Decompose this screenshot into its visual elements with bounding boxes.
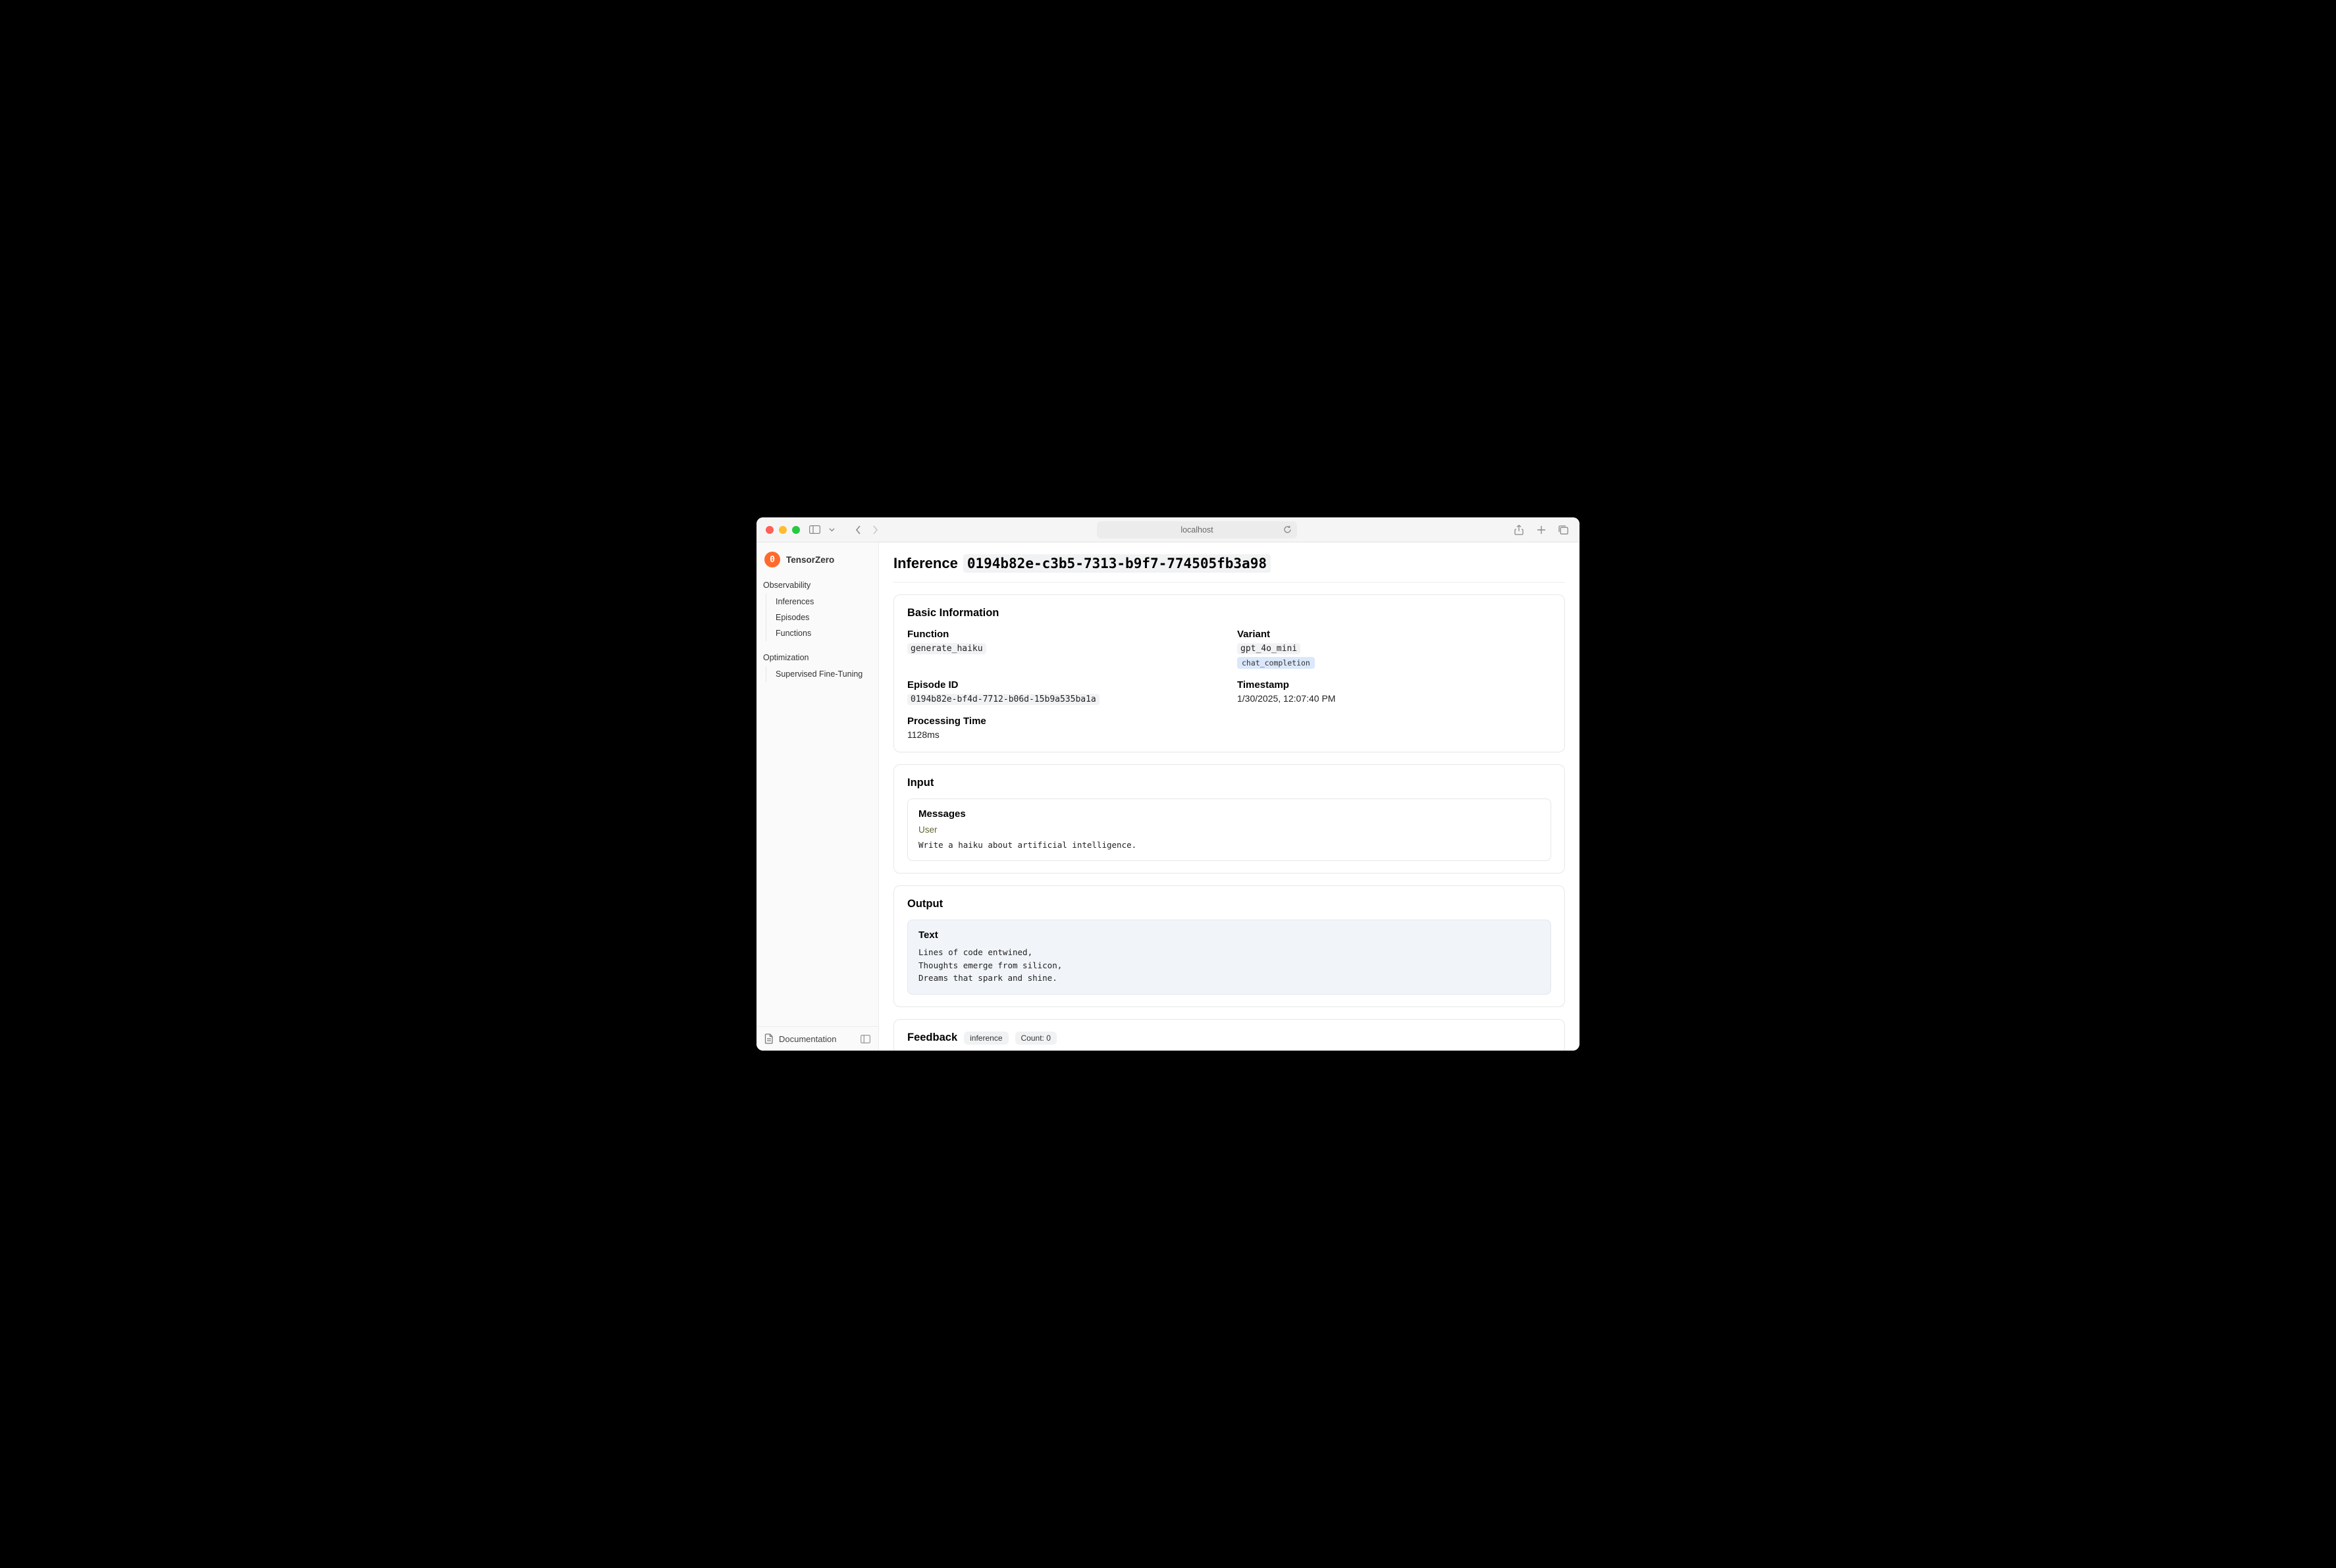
episode-block: Episode ID 0194b82e-bf4d-7712-b06d-15b9a…	[907, 679, 1221, 705]
sidebar-item-functions[interactable]: Functions	[766, 625, 878, 641]
documentation-link[interactable]: Documentation	[779, 1034, 836, 1044]
processing-block: Processing Time 1128ms	[907, 716, 1551, 740]
nav-section-optimization: Optimization	[757, 650, 878, 666]
variant-value[interactable]: gpt_4o_mini	[1237, 643, 1300, 654]
input-heading: Input	[907, 777, 1551, 789]
tabs-overview-icon[interactable]	[1557, 523, 1570, 536]
back-button[interactable]	[851, 523, 864, 536]
feedback-scope-badge: inference	[964, 1032, 1008, 1045]
processing-value: 1128ms	[907, 729, 1551, 740]
main-content: Inference 0194b82e-c3b5-7313-b9f7-774505…	[879, 542, 1579, 1051]
sidebar-footer: Documentation	[757, 1026, 878, 1051]
basic-info-card: Basic Information Function generate_haik…	[893, 594, 1565, 752]
maximize-window-button[interactable]	[792, 526, 800, 534]
output-content: Lines of code entwined, Thoughts emerge …	[918, 946, 1540, 984]
processing-label: Processing Time	[907, 716, 1551, 727]
inference-id: 0194b82e-c3b5-7313-b9f7-774505fb3a98	[963, 554, 1271, 573]
sidebar-item-episodes[interactable]: Episodes	[766, 610, 878, 625]
forward-button[interactable]	[868, 523, 882, 536]
page-title-prefix: Inference	[893, 555, 958, 572]
document-icon	[764, 1033, 774, 1044]
input-card: Input Messages User Write a haiku about …	[893, 764, 1565, 874]
feedback-heading: Feedback	[907, 1032, 957, 1044]
window-controls	[766, 526, 800, 534]
timestamp-value: 1/30/2025, 12:07:40 PM	[1237, 693, 1551, 704]
timestamp-block: Timestamp 1/30/2025, 12:07:40 PM	[1237, 679, 1551, 705]
message-role: User	[918, 825, 1540, 835]
feedback-count-badge: Count: 0	[1015, 1032, 1057, 1045]
new-tab-icon[interactable]	[1535, 523, 1548, 536]
nav-section-observability: Observability	[757, 578, 878, 594]
address-text: localhost	[1181, 525, 1213, 535]
reload-icon[interactable]	[1283, 525, 1292, 534]
nav-items-optimization: Supervised Fine-Tuning	[766, 666, 878, 682]
messages-subcard: Messages User Write a haiku about artifi…	[907, 798, 1551, 861]
brand-logo-letter: 0	[770, 555, 775, 565]
output-heading: Output	[907, 898, 1551, 910]
variant-block: Variant gpt_4o_mini chat_completion	[1237, 629, 1551, 669]
episode-label: Episode ID	[907, 679, 1221, 691]
function-label: Function	[907, 629, 1221, 640]
messages-heading: Messages	[918, 808, 1540, 820]
variant-type: chat_completion	[1237, 657, 1315, 669]
feedback-card: Feedback inference Count: 0	[893, 1019, 1565, 1051]
brand-logo: 0	[764, 552, 780, 567]
basic-info-heading: Basic Information	[907, 607, 1551, 619]
share-icon[interactable]	[1512, 523, 1526, 536]
brand-name: TensorZero	[786, 555, 834, 565]
address-bar[interactable]: localhost	[1097, 521, 1296, 538]
output-card: Output Text Lines of code entwined, Thou…	[893, 885, 1565, 1006]
sidebar-item-inferences[interactable]: Inferences	[766, 594, 878, 610]
function-block: Function generate_haiku	[907, 629, 1221, 669]
function-value[interactable]: generate_haiku	[907, 643, 986, 654]
variant-label: Variant	[1237, 629, 1551, 640]
brand[interactable]: 0 TensorZero	[757, 542, 878, 578]
sidebar-toggle-icon[interactable]	[808, 523, 821, 536]
chevron-down-icon[interactable]	[825, 523, 838, 536]
page-title: Inference 0194b82e-c3b5-7313-b9f7-774505…	[893, 554, 1565, 573]
nav-items-observability: Inferences Episodes Functions	[766, 594, 878, 641]
episode-value[interactable]: 0194b82e-bf4d-7712-b06d-15b9a535ba1a	[907, 694, 1100, 705]
minimize-window-button[interactable]	[779, 526, 787, 534]
message-content: Write a haiku about artificial intellige…	[918, 839, 1540, 851]
sidebar-item-sft[interactable]: Supervised Fine-Tuning	[766, 666, 878, 682]
output-subcard: Text Lines of code entwined, Thoughts em…	[907, 920, 1551, 994]
sidebar: 0 TensorZero Observability Inferences Ep…	[757, 542, 879, 1051]
title-divider	[893, 582, 1565, 583]
browser-window: localhost 0 TensorZero	[757, 517, 1579, 1051]
timestamp-label: Timestamp	[1237, 679, 1551, 691]
output-text-heading: Text	[918, 929, 1540, 941]
titlebar: localhost	[757, 517, 1579, 542]
close-window-button[interactable]	[766, 526, 774, 534]
collapse-sidebar-icon[interactable]	[861, 1035, 870, 1043]
